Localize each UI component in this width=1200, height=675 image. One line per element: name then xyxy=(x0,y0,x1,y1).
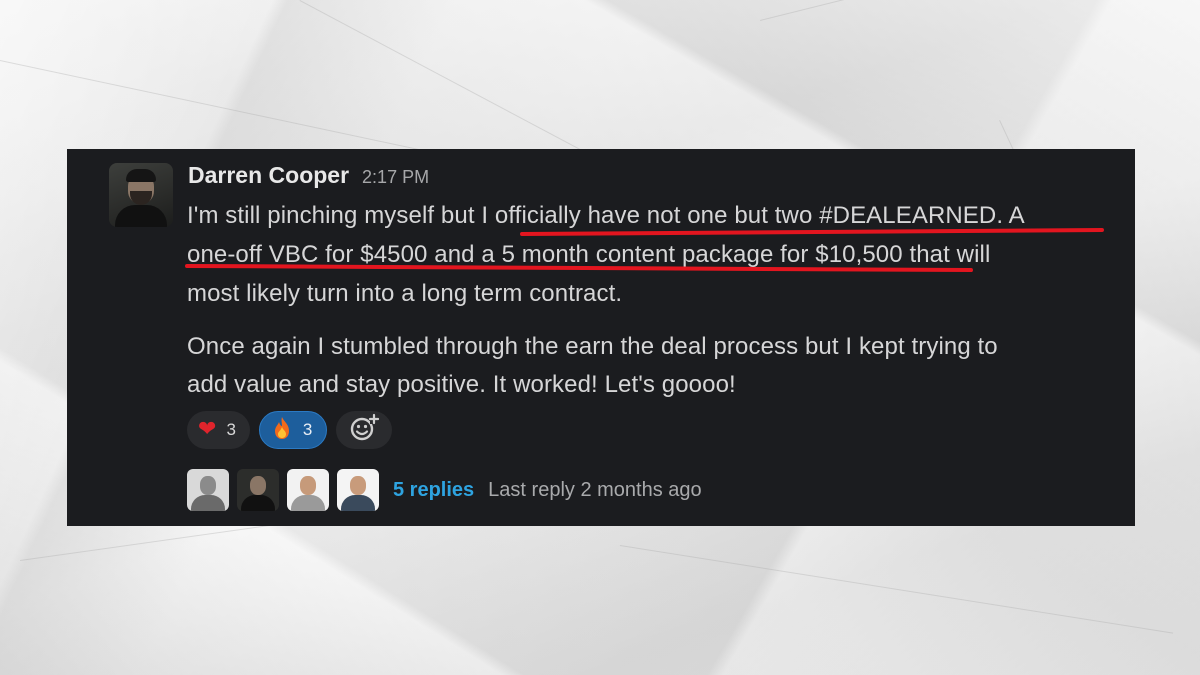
add-reaction-icon xyxy=(349,413,380,447)
author-name[interactable]: Darren Cooper xyxy=(188,162,349,189)
reactions-bar: ❤ 3 3 xyxy=(187,411,393,449)
reply-avatar xyxy=(287,469,329,511)
message-text: most likely turn into a long term contra… xyxy=(187,280,623,307)
message-card: Darren Cooper 2:17 PM I'm still pinching… xyxy=(67,149,1135,526)
reaction-count: 3 xyxy=(226,420,236,439)
background-crease xyxy=(619,545,1174,634)
reaction-count: 3 xyxy=(302,420,313,439)
reply-avatar xyxy=(337,469,379,511)
reply-avatar xyxy=(187,469,229,511)
message-text: I'm still pinching myself but xyxy=(187,202,482,229)
message-text: Once again I stumbled through the earn t… xyxy=(187,333,998,360)
reaction-heart[interactable]: ❤ 3 xyxy=(187,411,250,449)
message-header: Darren Cooper 2:17 PM xyxy=(188,162,429,192)
reaction-fire[interactable]: 3 xyxy=(258,411,328,449)
heart-icon: ❤ xyxy=(198,417,217,442)
message-text: add value and stay positive. It worked! … xyxy=(187,371,736,398)
highlighted-text: I officially have not one but two #DEALE… xyxy=(481,202,1025,229)
thread-summary[interactable]: 5 replies Last reply 2 months ago xyxy=(187,468,702,512)
last-reply-timestamp: Last reply 2 months ago xyxy=(488,478,702,501)
fire-icon xyxy=(271,416,293,445)
message-timestamp[interactable]: 2:17 PM xyxy=(362,167,429,188)
background-crease xyxy=(760,0,1188,21)
reply-avatar xyxy=(237,469,279,511)
author-avatar[interactable] xyxy=(109,163,173,227)
message-paragraph-1: I'm still pinching myself but I official… xyxy=(187,202,1127,322)
message-paragraph-2: Once again I stumbled through the earn t… xyxy=(187,333,1127,411)
message-text: that will xyxy=(902,241,991,268)
add-reaction-button[interactable] xyxy=(336,411,393,449)
replies-link[interactable]: 5 replies xyxy=(393,479,474,502)
